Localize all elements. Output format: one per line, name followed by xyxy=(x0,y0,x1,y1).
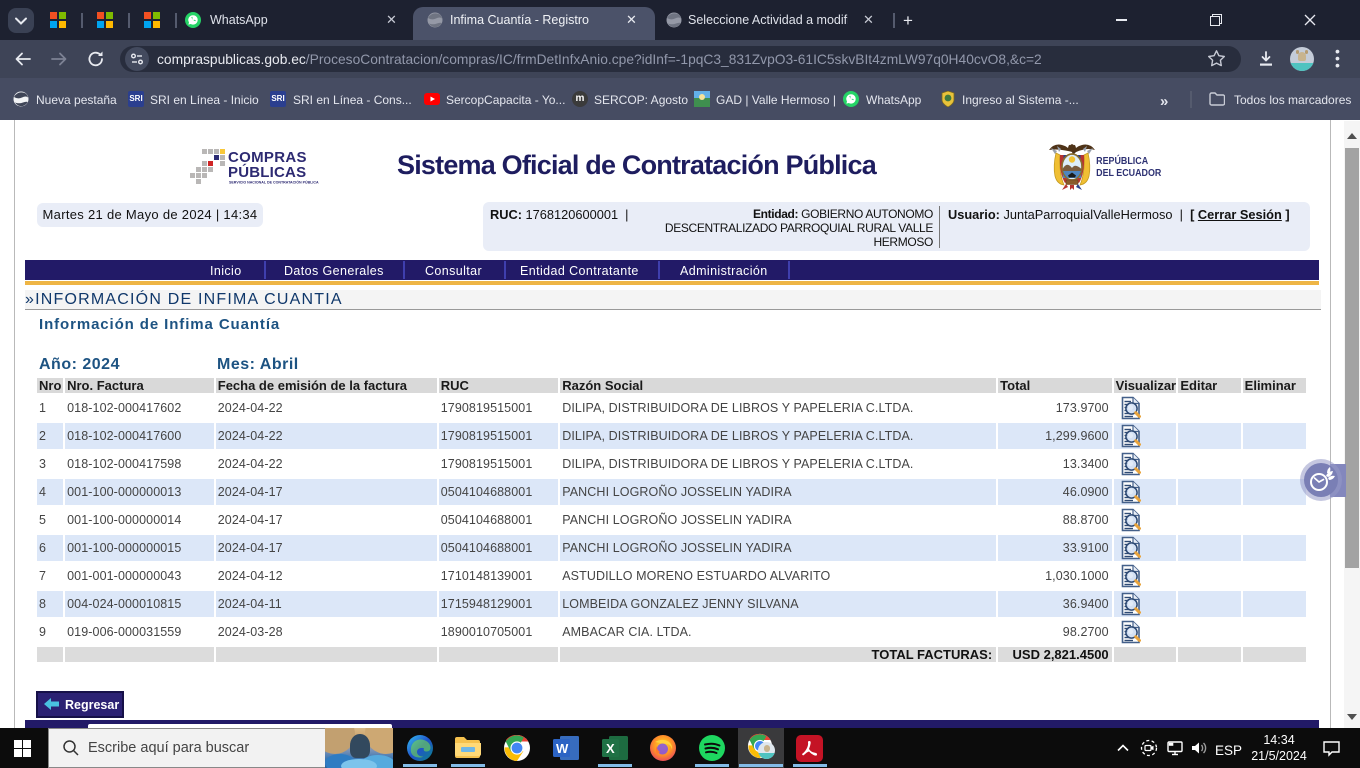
svg-text:PÚBLICAS: PÚBLICAS xyxy=(228,163,306,181)
svg-text:REPÚBLICA: REPÚBLICA xyxy=(1096,154,1148,167)
svg-text:X: X xyxy=(606,741,615,756)
svg-text:DEL ECUADOR: DEL ECUADOR xyxy=(1096,167,1161,179)
svg-text:W: W xyxy=(556,741,569,756)
svg-text:SERVICIO NACIONAL DE CONTRATAC: SERVICIO NACIONAL DE CONTRATACIÓN PÚBLIC… xyxy=(229,180,319,185)
